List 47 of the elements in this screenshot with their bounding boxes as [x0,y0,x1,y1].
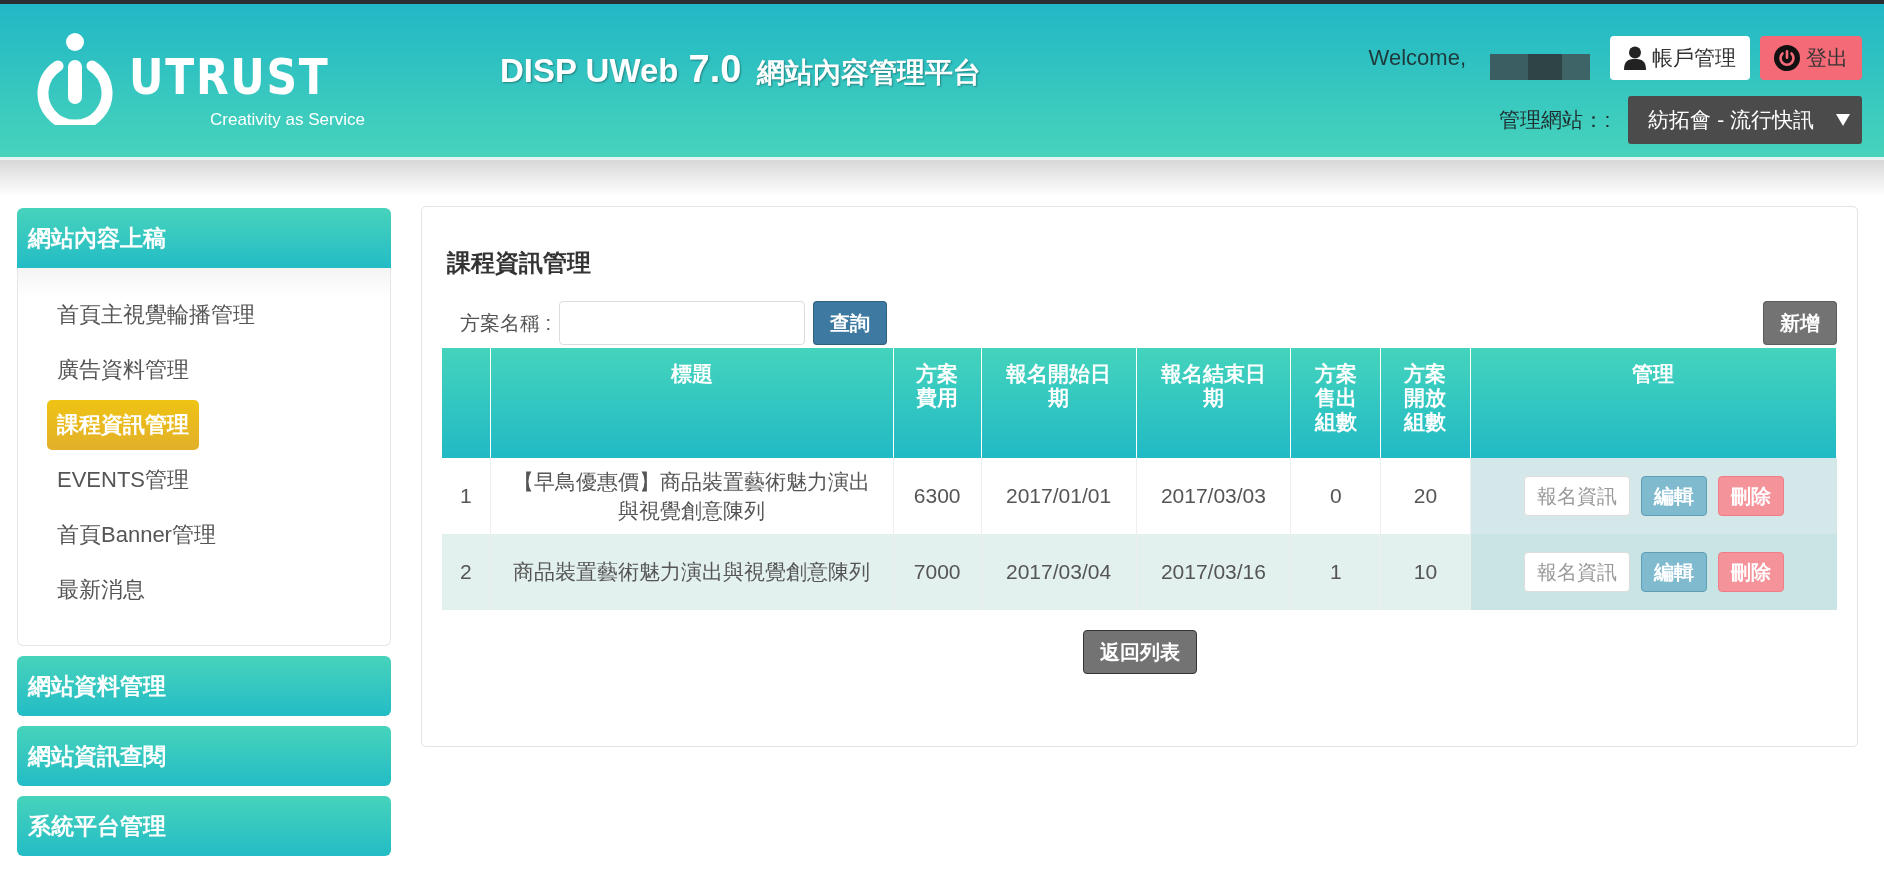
sidebar-item[interactable]: 最新消息 [47,565,155,615]
column-header: 方案開放組數 [1380,348,1471,458]
table-cell: 2017/03/04 [981,534,1136,610]
table-cell: 7000 [893,534,982,610]
table-cell: 2017/01/01 [981,458,1136,534]
column-header: 方案售出組數 [1290,348,1381,458]
table-cell: 1 [442,458,491,534]
add-button[interactable]: 新增 [1763,301,1837,345]
product-version: 7.0 [688,48,742,91]
back-button[interactable]: 返回列表 [1082,630,1197,674]
registration-button[interactable]: 報名資訊 [1523,476,1630,516]
logo-tagline: Creativity as Service [210,110,365,130]
sidebar-item[interactable]: EVENTS管理 [47,455,200,505]
search-field[interactable] [559,301,806,345]
logo-name: UTRUST [129,52,330,102]
search-button[interactable]: 查詢 [813,301,888,345]
column-header: 報名開始日期 [981,348,1136,458]
sidebar-item[interactable]: 首頁Banner管理 [47,510,226,560]
platform-title: 網站內容管理平台 [757,56,982,90]
power-icon [1774,45,1800,71]
registration-button[interactable]: 報名資訊 [1523,552,1630,592]
search-label: 方案名稱 : [460,310,552,336]
table-cell: 2017/03/16 [1136,534,1291,610]
table-cell: 1 [1290,534,1381,610]
table-cell: 6300 [893,458,982,534]
welcome-text: Welcome, [1368,45,1466,71]
table-cell: 0 [1290,458,1381,534]
page-title: 課程資訊管理 [447,248,592,278]
account-button[interactable]: 帳戶管理 [1610,36,1750,80]
column-header: 管理 [1470,348,1837,458]
product-name: DISP UWeb [500,52,679,90]
sidebar-item[interactable]: 首頁主視覺輪播管理 [47,290,265,340]
site-select[interactable]: 紡拓會 - 流行快訊 [1628,96,1862,144]
site-label: 管理網站：: [1499,107,1611,133]
user-icon [1624,46,1646,70]
logout-button[interactable]: 登出 [1760,36,1862,80]
table-cell: 10 [1380,534,1471,610]
caret-icon [1836,114,1850,126]
table-cell: 20 [1380,458,1471,534]
sidebar-item[interactable]: 廣告資料管理 [47,345,199,395]
table-cell: 2 [442,534,491,610]
table-cell: 2017/03/03 [1136,458,1291,534]
table-cell: 【早鳥優惠價】商品裝置藝術魅力演出與視覺創意陳列 [490,458,894,534]
table-cell: 商品裝置藝術魅力演出與視覺創意陳列 [490,534,894,610]
column-header: 報名結束日期 [1136,348,1291,458]
column-header: 方案費用 [893,348,982,458]
column-header: 標題 [490,348,894,458]
